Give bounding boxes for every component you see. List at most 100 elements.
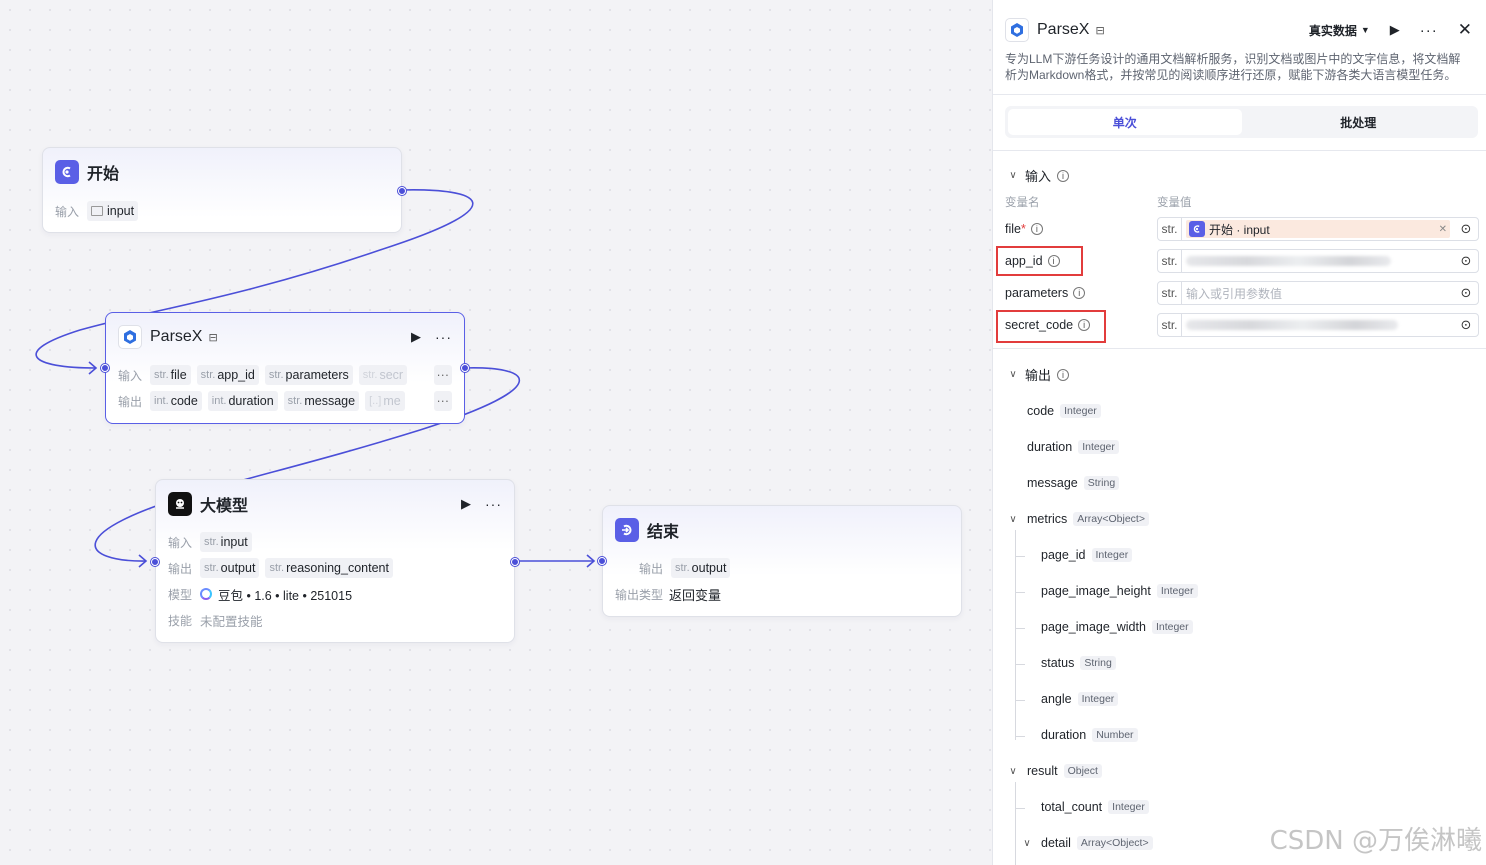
chevron-down-icon: ∨ (1009, 369, 1017, 380)
app-id-highlight-box (996, 246, 1083, 276)
arrow-head-llm (138, 554, 148, 568)
node-config-panel: ParseX ⊟ 真实数据 ▼ ▶ ··· ✕ 专为LLM下游任务设计的通用文档… (992, 0, 1486, 865)
output-item: status String (1041, 656, 1116, 670)
output-item: page_image_width Integer (1041, 620, 1193, 634)
chevron-down-icon[interactable]: ∨ (1007, 514, 1019, 525)
output-item: page_id Integer (1041, 548, 1133, 562)
close-icon[interactable]: ✕ (1458, 20, 1472, 40)
redacted-value (1186, 256, 1391, 266)
end-input-port[interactable] (598, 557, 606, 565)
panel-title: ParseX (1037, 21, 1090, 38)
target-icon[interactable]: ⊙ (1454, 317, 1478, 333)
clear-icon[interactable]: ✕ (1439, 224, 1447, 235)
output-item: page_image_height Integer (1041, 584, 1198, 598)
file-icon (91, 206, 103, 216)
llm-node[interactable]: 大模型 ▶ ··· 输入 str. input 输出 str. output str… (151, 479, 519, 643)
run-icon[interactable]: ▶ (461, 496, 471, 512)
run-icon[interactable]: ▶ (411, 329, 421, 345)
info-icon[interactable]: i (1073, 287, 1086, 299)
node-badge-icon: ⊟ (208, 331, 218, 344)
output-item: message String (1027, 476, 1120, 490)
divider (993, 94, 1486, 95)
info-icon[interactable]: i (1057, 169, 1070, 182)
chevron-down-icon[interactable]: ∨ (1007, 766, 1019, 777)
output-item: code Integer (1027, 404, 1101, 418)
llm-skill-row: 技能 未配置技能 (168, 610, 263, 630)
data-mode-dropdown[interactable]: 真实数据 ▼ (1309, 22, 1370, 39)
tab-single[interactable]: 单次 (1008, 109, 1242, 135)
parsex-logo-icon (1005, 18, 1029, 42)
redacted-value (1186, 320, 1398, 330)
more-icon[interactable]: ··· (435, 329, 452, 345)
workflow-edges (35, 189, 596, 568)
more-icon[interactable]: ··· (485, 496, 502, 512)
watermark: CSDN @万俟淋曦 (1269, 826, 1482, 856)
output-item-detail: detail Array<Object> (1041, 836, 1153, 850)
target-icon[interactable]: ⊙ (1454, 253, 1478, 269)
start-icon (1189, 221, 1205, 237)
panel-description: 专为LLM下游任务设计的通用文档解析服务，识别文档或图片中的文字信息，将文档解析… (1005, 52, 1461, 82)
parsex-output-port[interactable] (461, 364, 469, 372)
more-icon[interactable]: ··· (1420, 22, 1438, 39)
parsex-inputs-row: 输入 str. file str. app_id str. parameters st… (118, 365, 452, 385)
start-node-title: 开始 (87, 166, 120, 183)
model-value: 豆包 • 1.6 • lite • 251015 (218, 588, 353, 603)
end-node-title: 结束 (647, 524, 680, 541)
node-badge-icon: ⊟ (1095, 24, 1105, 37)
output-item: angle Integer (1041, 692, 1119, 706)
parsex-outputs-row: 输出 int. code int. duration str. message [..… (118, 391, 452, 411)
parameters-value-input[interactable]: str. 输入或引用参数值 ⊙ (1157, 281, 1479, 305)
reference-chip[interactable]: 开始 · input ✕ (1186, 220, 1450, 238)
start-input-tag: input (87, 201, 139, 221)
target-icon[interactable]: ⊙ (1454, 221, 1478, 237)
workflow-canvas[interactable]: 开始 输入 input ParseX ⊟ ▶ ··· 输入 str. file s… (0, 0, 992, 865)
end-icon (615, 518, 639, 542)
llm-outputs-row: 输出 str. output str. reasoning_content (168, 558, 393, 578)
start-node[interactable]: 开始 输入 input (42, 147, 406, 233)
target-icon[interactable]: ⊙ (1454, 285, 1478, 301)
doubao-logo-icon (200, 588, 212, 600)
end-node[interactable]: 结束 输出 str. output 输出类型 返回变量 (598, 505, 962, 617)
inputs-section-header[interactable]: ∨ 输入 i (1007, 166, 1070, 185)
llm-node-title: 大模型 (200, 498, 249, 515)
parsex-node-title: ParseX (150, 328, 203, 345)
output-item: duration Integer (1027, 440, 1119, 454)
llm-input-port[interactable] (151, 558, 159, 566)
output-item-metrics: metrics Array<Object> (1027, 512, 1149, 526)
output-item: total_count Integer (1041, 800, 1149, 814)
param-file-label: file* i (1005, 218, 1043, 240)
info-icon[interactable]: i (1057, 368, 1070, 381)
arrow-head-end (586, 554, 596, 568)
parsex-logo-icon (118, 325, 142, 349)
more-outputs-button[interactable]: ··· (433, 391, 452, 411)
secret-code-highlight-box (996, 310, 1106, 343)
outputs-section-header[interactable]: ∨ 输出 i (1007, 365, 1070, 384)
parsex-input-port[interactable] (101, 364, 109, 372)
llm-icon (168, 492, 192, 516)
divider (993, 150, 1486, 151)
run-mode-tabs: 单次 批处理 (1005, 106, 1478, 138)
parsex-node[interactable]: ParseX ⊟ ▶ ··· 输入 str. file str. app_id st… (101, 312, 469, 424)
run-icon[interactable]: ▶ (1390, 22, 1400, 38)
tab-batch[interactable]: 批处理 (1242, 109, 1476, 135)
secret-code-value-input[interactable]: str. ⊙ (1157, 313, 1479, 337)
app-id-value-input[interactable]: str. ⊙ (1157, 249, 1479, 273)
end-output-type-row: 输出类型 返回变量 (615, 584, 721, 604)
info-icon[interactable]: i (1030, 223, 1043, 235)
start-inputs-row: 输入 input (55, 201, 139, 221)
chevron-down-icon[interactable]: ∨ (1021, 838, 1033, 849)
panel-header: ParseX ⊟ 真实数据 ▼ ▶ ··· ✕ (1005, 18, 1472, 42)
more-inputs-button[interactable]: ··· (433, 365, 452, 385)
end-outputs-row: 输出 str. output (639, 558, 731, 578)
output-item: duration Number (1041, 728, 1138, 742)
param-parameters-label: parameters i (1005, 282, 1086, 304)
output-type-value: 返回变量 (669, 587, 722, 603)
llm-output-port[interactable] (511, 558, 519, 566)
chevron-down-icon: ∨ (1009, 170, 1017, 181)
output-item-result: result Object (1027, 764, 1102, 778)
start-icon (55, 160, 79, 184)
skill-value: 未配置技能 (200, 614, 263, 629)
file-value-input[interactable]: str. 开始 · input ✕ ⊙ (1157, 217, 1479, 241)
start-output-port[interactable] (398, 187, 406, 195)
divider (993, 348, 1486, 349)
